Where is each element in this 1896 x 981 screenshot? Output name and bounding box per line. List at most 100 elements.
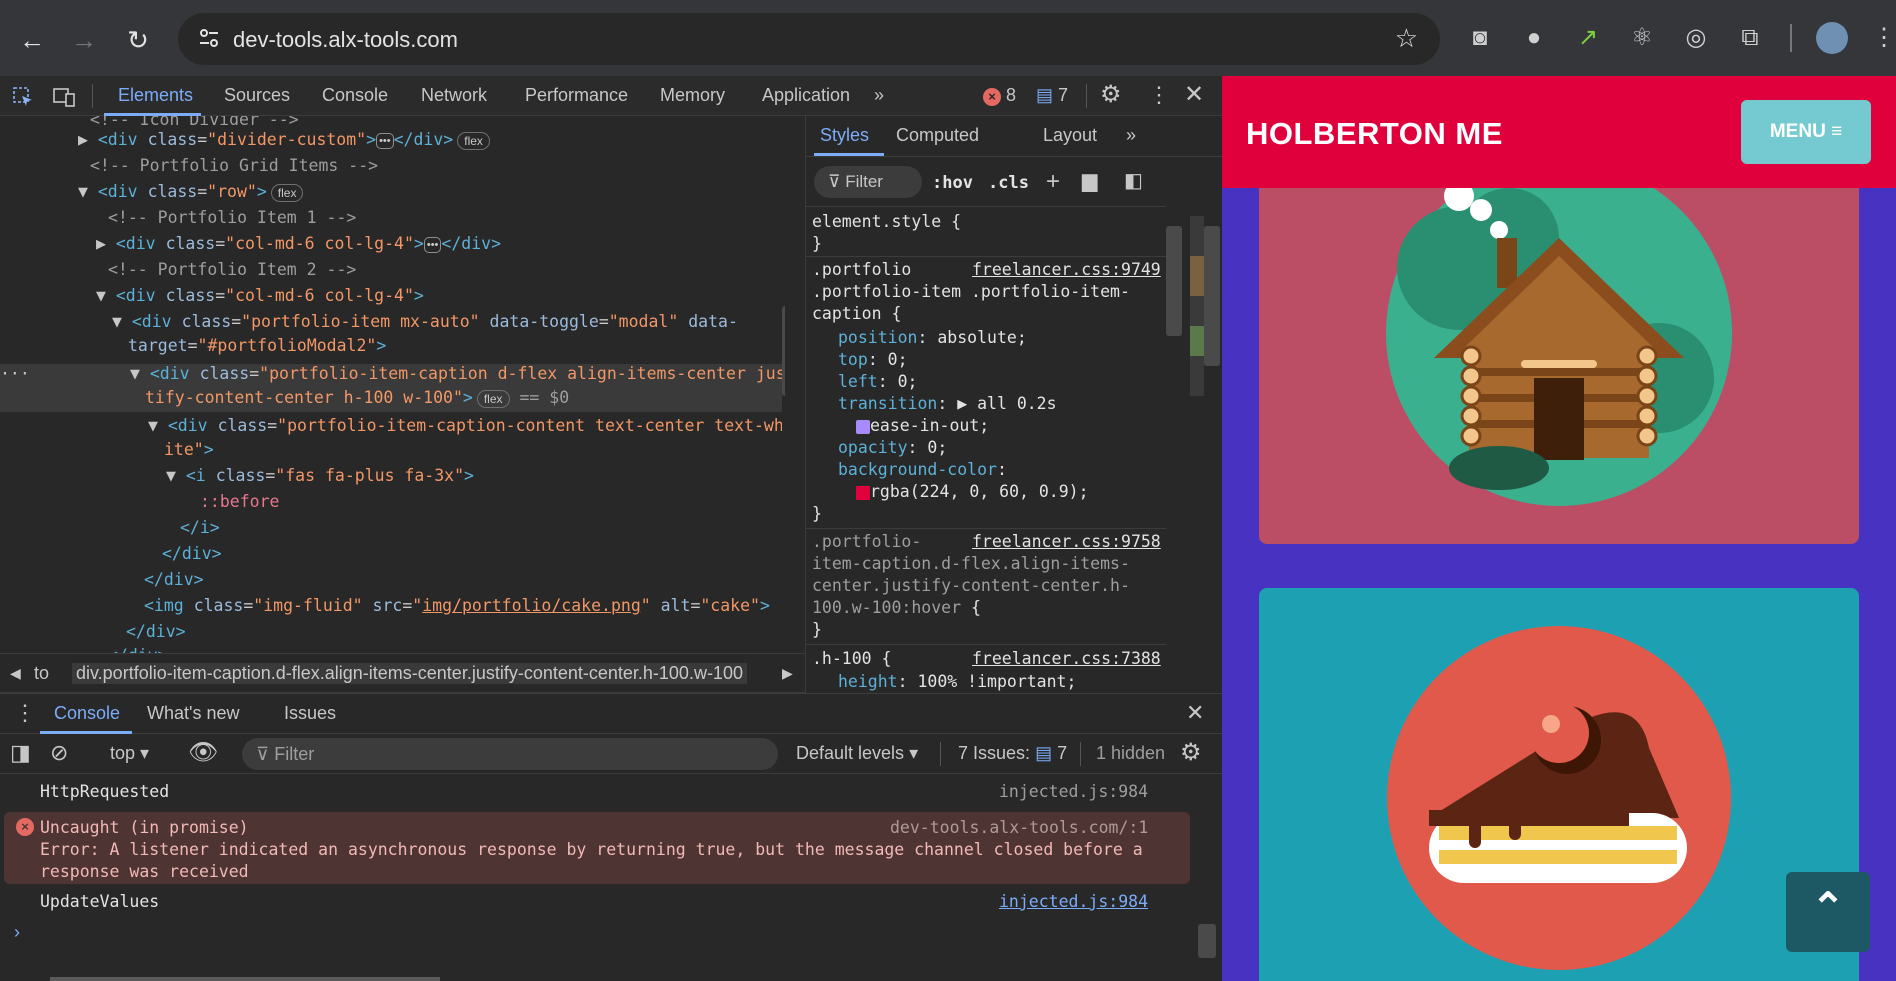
dom-line[interactable]: </div> — [144, 570, 204, 589]
tab-layout[interactable]: Layout — [1043, 125, 1097, 146]
tab-memory[interactable]: Memory — [660, 85, 725, 106]
site-settings-icon[interactable] — [198, 27, 220, 49]
more-tabs-icon[interactable]: » — [874, 85, 884, 106]
dom-line[interactable]: <!-- Icon Divider --> — [90, 116, 299, 129]
css-declaration[interactable]: top: 0; — [838, 350, 908, 369]
portfolio-item-cake[interactable] — [1259, 588, 1859, 981]
breadcrumb-item-selected[interactable]: div.portfolio-item-caption.d-flex.align-… — [72, 663, 747, 684]
styles-outer-scrollbar-thumb[interactable] — [1204, 226, 1220, 366]
css-declaration[interactable]: position: absolute; — [838, 328, 1027, 347]
dom-line[interactable]: </div> — [162, 544, 222, 563]
tab-console[interactable]: Console — [322, 85, 388, 106]
tab-console-drawer[interactable]: Console — [54, 703, 120, 724]
rule-selector[interactable]: .h-100 { — [812, 649, 891, 668]
device-toolbar-icon[interactable] — [52, 86, 76, 108]
console-settings-gear-icon[interactable]: ⚙ — [1180, 738, 1202, 767]
cls-toggle[interactable]: .cls — [988, 173, 1029, 193]
extensions-puzzle-icon[interactable]: ⧉ — [1734, 22, 1766, 54]
dom-line[interactable]: <!-- Portfolio Grid Items --> — [90, 156, 378, 175]
styles-scrollbar-thumb[interactable] — [1166, 226, 1182, 336]
camera-extension-icon[interactable]: ◙ — [1464, 22, 1496, 54]
tab-network[interactable]: Network — [421, 85, 487, 106]
address-bar[interactable]: dev-tools.alx-tools.com ☆ — [178, 13, 1440, 65]
css-declaration[interactable]: ease-in-out; — [856, 416, 989, 435]
dom-line[interactable]: ▼ <i class="fas fa-plus fa-3x"> — [166, 466, 474, 485]
dom-line[interactable]: ▼ <div class="row"> flex — [78, 182, 304, 202]
dom-line[interactable]: <!-- Portfolio Item 1 --> — [108, 208, 356, 227]
dom-line[interactable]: </i> — [180, 518, 220, 537]
breadcrumb-left-arrow[interactable]: ◀ — [10, 665, 21, 682]
tab-issues[interactable]: Issues — [284, 703, 336, 724]
breadcrumb-item[interactable]: to — [34, 663, 49, 684]
chart-extension-icon[interactable]: ↗ — [1572, 22, 1604, 54]
site-brand[interactable]: HOLBERTON ME — [1246, 116, 1503, 152]
console-scrollbar-thumb[interactable] — [1198, 924, 1216, 958]
new-rule-icon[interactable]: + — [1046, 168, 1060, 196]
rule-source-link[interactable]: freelancer.css:9749 — [972, 260, 1161, 279]
console-source-link[interactable]: injected.js:984 — [999, 892, 1148, 911]
rule-selector[interactable]: .portfolio- — [812, 532, 921, 551]
easing-swatch-icon[interactable] — [856, 419, 870, 434]
tab-styles[interactable]: Styles — [820, 125, 869, 146]
hov-toggle[interactable]: :hov — [932, 173, 973, 193]
tab-application[interactable]: Application — [762, 85, 850, 106]
more-style-tabs-icon[interactable]: » — [1126, 125, 1136, 146]
reload-button[interactable]: ↻ — [118, 20, 158, 60]
paint-icon[interactable]: ▆ — [1082, 168, 1097, 193]
dom-line[interactable]: <!-- Portfolio Item 2 --> — [108, 260, 356, 279]
console-source-link[interactable]: injected.js:984 — [999, 782, 1148, 801]
sidebar-toggle-icon[interactable]: ◧ — [1124, 168, 1143, 193]
extension-icon[interactable]: ● — [1518, 22, 1550, 54]
css-declaration[interactable]: opacity: 0; — [838, 438, 947, 457]
rule-selector[interactable]: caption { — [812, 304, 901, 323]
dom-line[interactable]: ▼ <div class="col-md-6 col-lg-4"> — [96, 286, 424, 305]
rule-selector[interactable]: item-caption.d-flex.align-items- — [812, 554, 1130, 573]
rule-selector[interactable]: .portfolio — [812, 260, 911, 279]
error-source-link[interactable]: dev-tools.alx-tools.com/:1 — [890, 818, 1148, 837]
dom-line[interactable]: ▶ <div class="divider-custom"> ••• </div> f… — [78, 130, 490, 150]
inspect-element-icon[interactable] — [12, 86, 34, 108]
dom-line[interactable]: </div> — [108, 646, 168, 653]
portfolio-item-cabin[interactable] — [1259, 138, 1859, 544]
element-style-rule[interactable]: element.style { — [812, 212, 961, 231]
console-horizontal-scrollbar[interactable] — [50, 977, 440, 981]
menu-button[interactable]: MENU ≡ — [1741, 100, 1871, 164]
tab-computed[interactable]: Computed — [896, 125, 979, 146]
rule-selector[interactable]: .portfolio-item .portfolio-item- — [812, 282, 1130, 301]
css-declaration[interactable]: transition: ▶ all 0.2s — [838, 394, 1057, 413]
live-expression-eye-icon[interactable]: 👁 — [188, 738, 218, 767]
back-button[interactable]: ← — [12, 20, 52, 60]
message-count-badge[interactable]: ▤ 7 — [1036, 85, 1068, 106]
target-extension-icon[interactable]: ◎ — [1680, 22, 1712, 54]
styles-filter-input[interactable]: ⊽ Filter — [814, 166, 922, 198]
css-declaration[interactable]: background-color: — [838, 460, 1007, 479]
css-declaration[interactable]: left: 0; — [838, 372, 918, 391]
tab-elements[interactable]: Elements — [118, 85, 193, 106]
elements-scrollbar-thumb[interactable] — [782, 306, 785, 396]
rule-source-link[interactable]: freelancer.css:9758 — [972, 532, 1161, 551]
close-devtools-icon[interactable]: ✕ — [1184, 80, 1204, 109]
color-swatch[interactable] — [856, 485, 870, 500]
react-devtools-icon[interactable]: ⚛ — [1626, 22, 1658, 54]
settings-gear-icon[interactable]: ⚙ — [1100, 80, 1122, 109]
rule-source-link[interactable]: freelancer.css:7388 — [972, 649, 1161, 668]
breadcrumb-right-arrow[interactable]: ▶ — [782, 665, 793, 682]
console-sidebar-icon[interactable]: ◨ — [10, 740, 31, 766]
log-levels-dropdown[interactable]: Default levels ▾ — [796, 743, 918, 764]
issues-button[interactable]: 7 Issues: ▤ 7 — [958, 743, 1067, 764]
context-selector[interactable]: top ▾ — [110, 743, 149, 764]
browser-menu-icon[interactable]: ⋮ — [1872, 22, 1896, 54]
tab-performance[interactable]: Performance — [525, 85, 628, 106]
dom-line[interactable]: </div> — [126, 622, 186, 641]
drawer-menu-icon[interactable]: ⋮ — [14, 700, 36, 726]
dom-line-selected[interactable]: ▼ <div class="portfolio-item-caption d-f… — [130, 364, 785, 383]
dom-line-selected[interactable]: tify-content-center h-100 w-100"> flex ==… — [145, 388, 569, 408]
tab-sources[interactable]: Sources — [224, 85, 290, 106]
close-drawer-icon[interactable]: ✕ — [1186, 700, 1204, 726]
dom-line[interactable]: ::before — [200, 492, 279, 511]
profile-avatar[interactable] — [1816, 22, 1848, 54]
scroll-to-top-button[interactable]: ⌃ — [1786, 872, 1870, 952]
console-filter-input[interactable]: ⊽ Filter — [242, 738, 778, 770]
css-declaration[interactable]: rgba(224, 0, 60, 0.9); — [856, 482, 1089, 501]
css-declaration[interactable]: height: 100% !important; — [838, 672, 1076, 692]
